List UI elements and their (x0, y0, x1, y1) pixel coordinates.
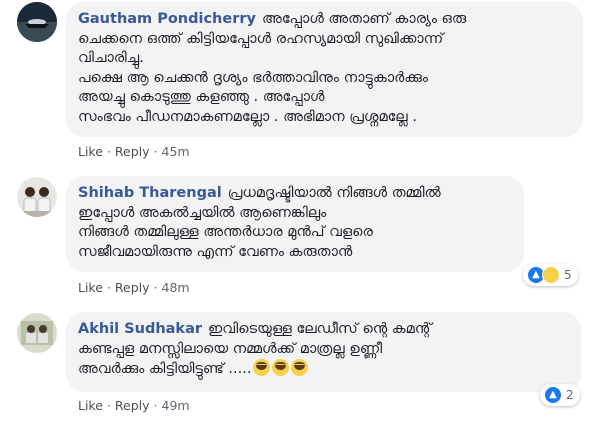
reaction-summary[interactable]: ▲ 2 (540, 384, 580, 406)
comment-actions: Like · Reply · 48m (78, 280, 190, 295)
like-button[interactable]: Like (78, 398, 103, 413)
author-name[interactable]: Akhil Sudhakar (78, 321, 202, 337)
avatar-shihab[interactable] (17, 177, 57, 217)
reply-button[interactable]: Reply (115, 280, 150, 295)
reaction-count: 5 (564, 268, 572, 282)
comment-text: ചെക്കനെ ഒത്ത് കിട്ടിയപ്പോൾ രഹസ്യമായി സുഖ… (78, 30, 444, 47)
separator: · (153, 280, 158, 295)
comment-text: കണ്ടപ്പള മനസ്സിലായെ നമ്മൾക്ക് മാത്രല്ല ഉ… (78, 340, 383, 357)
haha-reaction-icon (542, 266, 560, 284)
separator: · (106, 280, 111, 295)
comment-text: ഇപ്പോൾ അകൽച്ചയിൽ ആണെങ്കിലും (78, 204, 327, 221)
comment-text: പക്ഷെ ആ ചെക്കൻ ദൃശ്യം ഭർത്താവിനും നാട്ടു… (78, 69, 428, 86)
comment-text: വിചാരിച്ചു. (78, 50, 144, 66)
separator: · (106, 144, 111, 159)
timestamp[interactable]: 45m (162, 144, 190, 159)
avatar-akhil[interactable] (17, 313, 57, 353)
author-name[interactable]: Shihab Tharengal (78, 185, 222, 201)
comment-text: സംഭവം പീഡനമാകണമല്ലോ . അഭിമാന പ്രശ്നമല്ലേ… (78, 108, 417, 125)
comment-text: നിങ്ങൾ തമ്മിലുള്ള അന്തർധാര മുൻപ് വളരെ (78, 224, 373, 240)
comment-text: ഇവിടെയുള്ള ലേഡീസ് ന്റെ കമന്റ് (208, 321, 432, 337)
comment-actions: Like · Reply · 45m (78, 144, 190, 159)
like-button[interactable]: Like (78, 144, 103, 159)
reply-button[interactable]: Reply (115, 398, 150, 413)
separator: · (153, 144, 158, 159)
comment-text: അയച്ചു കൊടുത്തു കളഞ്ഞു . അപ്പോൾ (78, 89, 325, 105)
comment-text: അവർക്കും കിട്ടിയിട്ടുണ്ട് ..... (78, 361, 252, 377)
laughing-emoji-icon (291, 359, 309, 376)
comment-text: സജീവമായിരുന്നു എന്ന് വേണം കരുതാൻ (78, 243, 353, 260)
comment-bubble: Akhil Sudhakar ഇവിടെയുള്ള ലേഡീസ് ന്റെ കമന… (66, 312, 581, 392)
reply-button[interactable]: Reply (115, 144, 150, 159)
comment-text: പ്രധമദൃഷ്ടിയാൽ നിങ്ങൾ തമ്മിൽ (227, 185, 441, 201)
laughing-emoji-icon (272, 359, 290, 376)
avatar-gautham[interactable] (17, 2, 57, 42)
like-reaction-icon: ▲ (544, 386, 562, 404)
author-name[interactable]: Gautham Pondicherry (78, 11, 256, 27)
comment-bubble: Gautham Pondicherry അപ്പോൾ അതാണ് കാര്യം ഒ… (66, 2, 583, 137)
comment-text: അപ്പോൾ അതാണ് കാര്യം ഒരു (261, 11, 467, 27)
laughing-emoji-icon (253, 359, 271, 376)
reaction-count: 2 (566, 388, 574, 402)
comment-bubble: Shihab Tharengal പ്രധമദൃഷ്ടിയാൽ നിങ്ങൾ തമ… (66, 176, 524, 272)
timestamp[interactable]: 48m (162, 280, 190, 295)
timestamp[interactable]: 49m (162, 398, 190, 413)
comment-actions: Like · Reply · 49m (78, 398, 190, 413)
separator: · (106, 398, 111, 413)
reaction-summary[interactable]: ▲ 5 (523, 264, 578, 286)
like-button[interactable]: Like (78, 280, 103, 295)
separator: · (153, 398, 158, 413)
